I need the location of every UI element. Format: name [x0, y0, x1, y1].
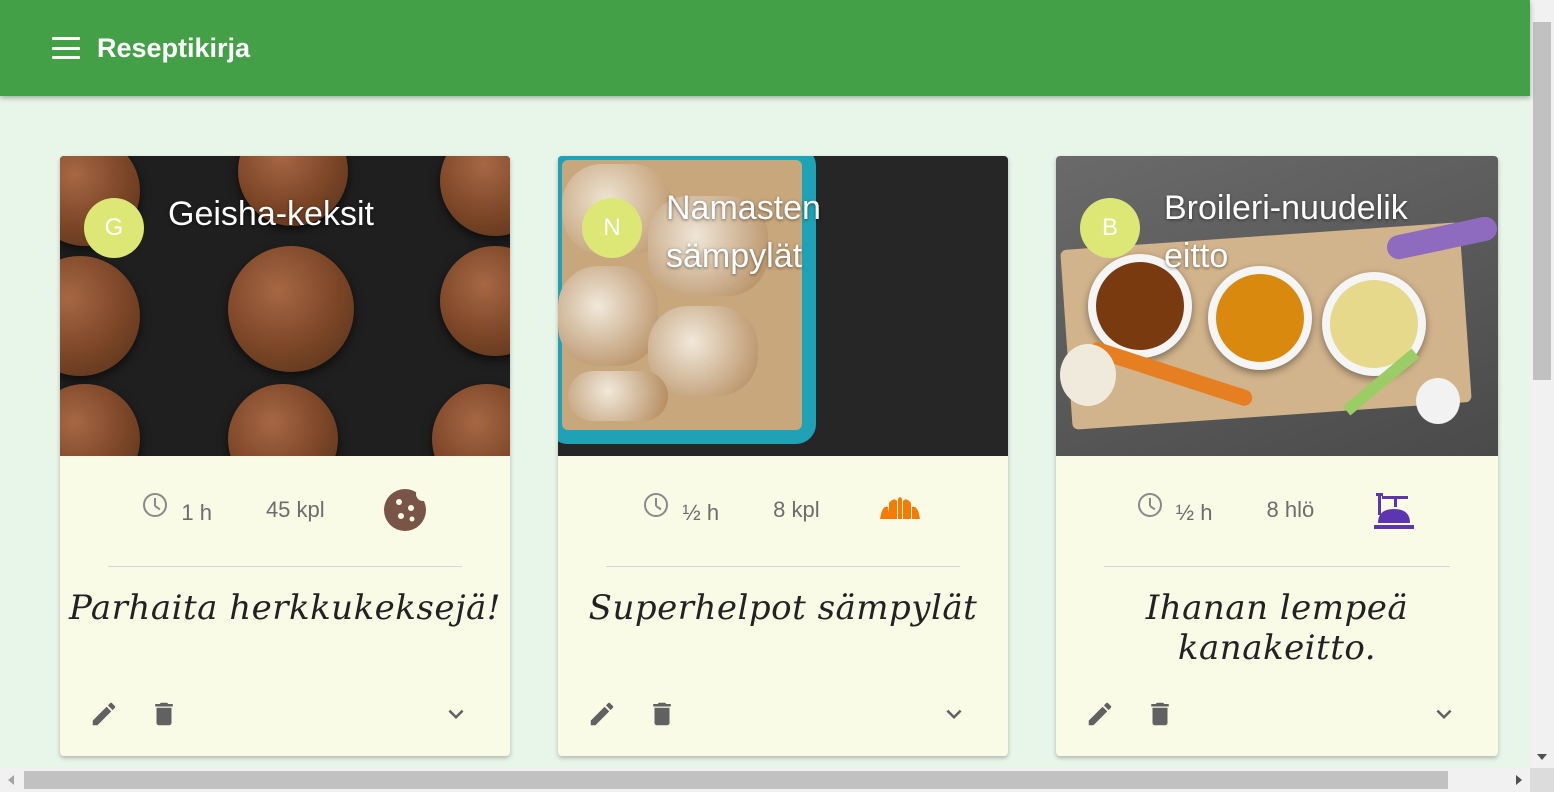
expand-button[interactable]	[438, 696, 474, 732]
soup-pot-icon	[1374, 493, 1415, 529]
chevron-down-icon	[946, 709, 962, 719]
recipe-card: N Namasten sämpylät ½ h 8 kpl Superhelpo…	[558, 156, 1008, 756]
recipe-info: ½ h 8 hlö	[1056, 478, 1498, 542]
recipe-time: 1 h	[181, 500, 212, 525]
app-bar: Reseptikirja	[0, 0, 1530, 96]
recipe-card: B Broileri-nuudelikeitto ½ h 8 hlö Ihana…	[1056, 156, 1498, 756]
recipe-info: ½ h 8 kpl	[558, 478, 1008, 542]
recipe-time: ½ h	[1175, 500, 1213, 525]
vertical-scroll-thumb[interactable]	[1533, 22, 1551, 380]
avatar: N	[582, 198, 642, 258]
delete-button[interactable]	[644, 696, 680, 732]
scroll-down-icon[interactable]	[1537, 754, 1547, 760]
recipe-amount: 8 hlö	[1266, 497, 1315, 522]
recipe-info: 1 h 45 kpl	[60, 478, 510, 542]
menu-icon[interactable]	[52, 37, 82, 59]
card-actions	[1082, 696, 1472, 732]
delete-button[interactable]	[1142, 696, 1178, 732]
expand-button[interactable]	[936, 696, 972, 732]
app-title: Reseptikirja	[97, 32, 251, 63]
chevron-down-icon	[448, 709, 464, 719]
trash-icon	[1151, 702, 1169, 726]
cookie-icon	[383, 488, 427, 531]
edit-button[interactable]	[584, 696, 620, 732]
pencil-icon	[92, 702, 116, 726]
card-actions	[86, 696, 484, 732]
pencil-icon	[590, 702, 614, 726]
recipe-image: B Broileri-nuudelikeitto	[1056, 156, 1498, 456]
edit-button[interactable]	[86, 696, 122, 732]
clock-icon	[143, 493, 168, 517]
recipe-title: Broileri-nuudelikeitto	[1164, 189, 1408, 275]
divider	[606, 566, 960, 567]
vertical-scrollbar[interactable]	[1530, 0, 1554, 768]
recipe-image: G Geisha-keksit	[60, 156, 510, 456]
recipe-amount: 45 kpl	[265, 497, 325, 522]
trash-icon	[653, 702, 671, 726]
chevron-down-icon	[1436, 709, 1452, 719]
recipe-image: N Namasten sämpylät	[558, 156, 1008, 456]
recipe-title: Geisha-keksit	[168, 195, 374, 233]
clock-icon	[644, 493, 669, 517]
croissant-icon	[879, 497, 920, 519]
clock-icon	[1137, 493, 1162, 517]
delete-button[interactable]	[146, 696, 182, 732]
recipe-description: Superhelpot sämpylät	[588, 588, 978, 628]
trash-icon	[155, 702, 173, 726]
horizontal-scroll-thumb[interactable]	[24, 771, 1448, 789]
scroll-right-icon[interactable]	[1516, 775, 1522, 785]
recipe-description: Ihanan lempeä kanakeitto.	[1145, 588, 1409, 668]
recipe-amount: 8 kpl	[773, 497, 820, 522]
card-actions	[584, 696, 982, 732]
pencil-icon	[1088, 702, 1112, 726]
edit-button[interactable]	[1082, 696, 1118, 732]
divider	[108, 566, 462, 567]
recipe-time: ½ h	[682, 500, 720, 525]
recipe-description: Parhaita herkkukeksejä!	[69, 588, 501, 628]
divider	[1104, 566, 1450, 567]
avatar: G	[84, 198, 144, 258]
scroll-left-icon[interactable]	[8, 775, 14, 785]
expand-button[interactable]	[1426, 696, 1462, 732]
scrollbar-corner	[1530, 768, 1554, 792]
avatar: B	[1080, 198, 1140, 258]
recipe-title: Namasten sämpylät	[666, 189, 821, 275]
horizontal-scrollbar[interactable]	[0, 768, 1530, 792]
recipe-card: G Geisha-keksit 1 h 45 kpl Parhaita herk…	[60, 156, 510, 756]
